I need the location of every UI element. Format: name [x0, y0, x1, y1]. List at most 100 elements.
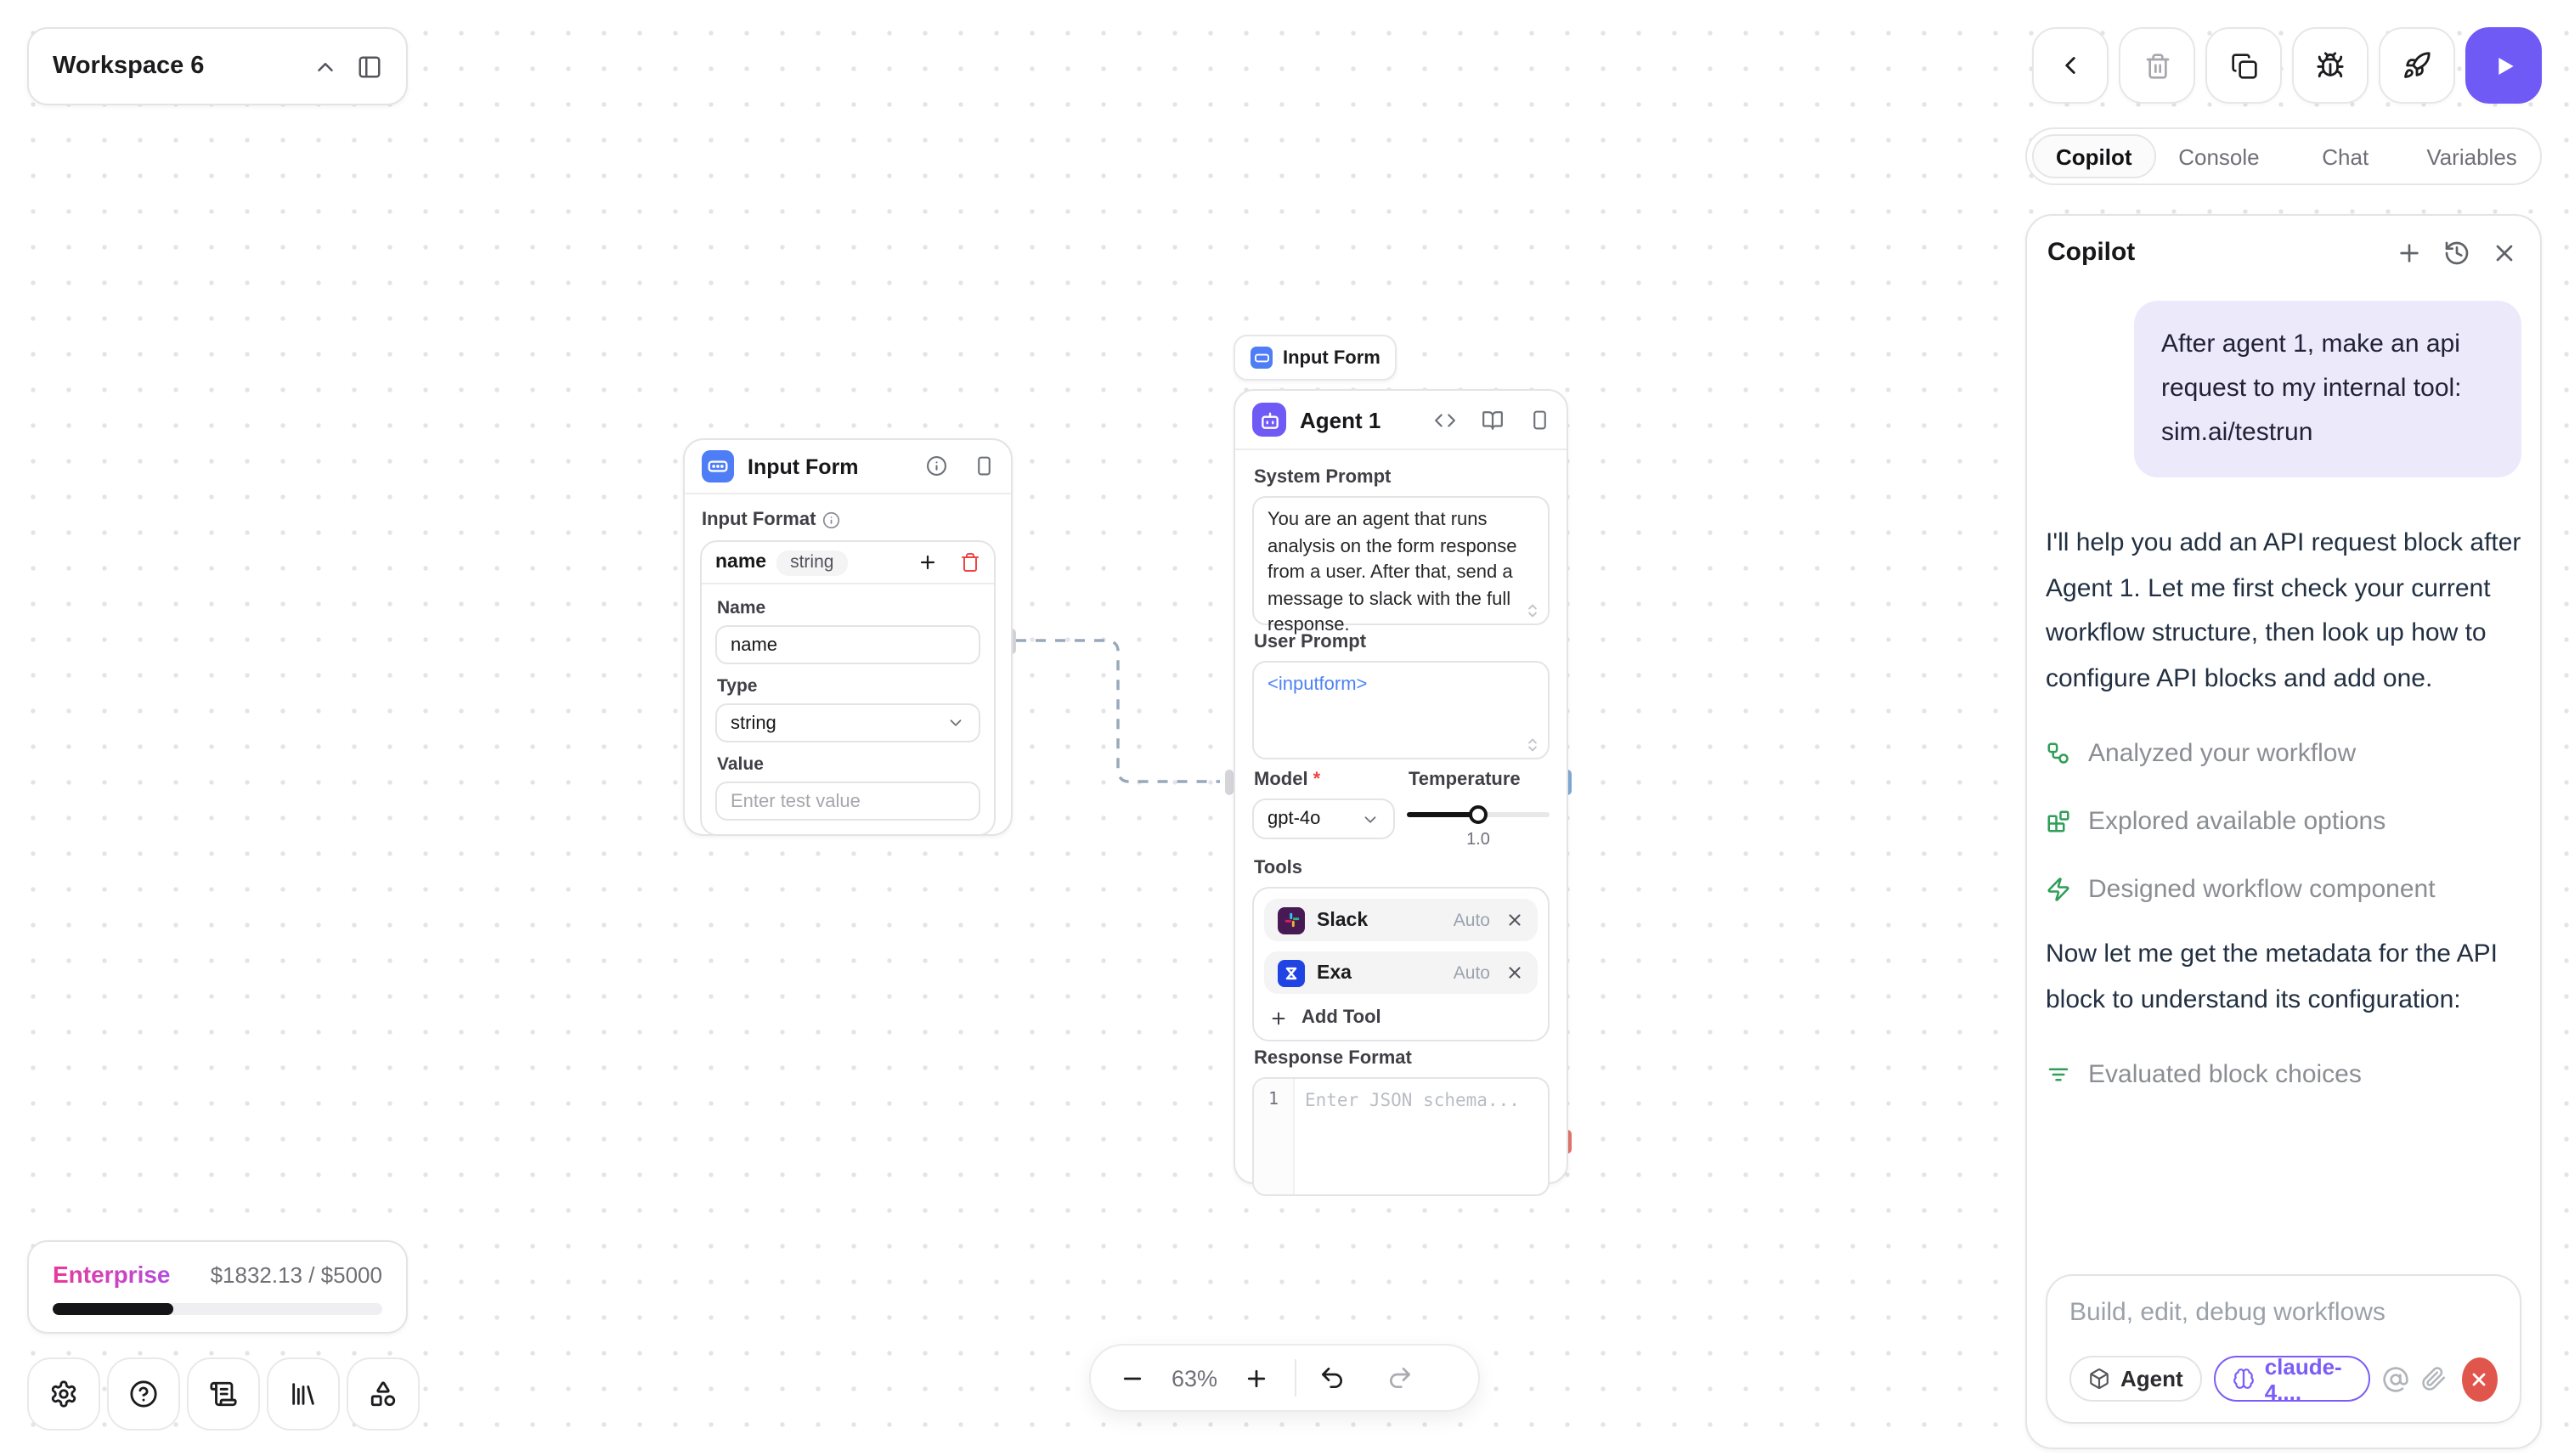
tool-mode[interactable]: Auto: [1454, 910, 1490, 930]
trash-icon: [2143, 52, 2171, 79]
run-button[interactable]: [2465, 27, 2542, 104]
input-handle-agent[interactable]: [1225, 770, 1234, 795]
zap-icon: [2046, 876, 2071, 901]
type-label: Type: [717, 676, 980, 697]
new-chat-button[interactable]: [2396, 239, 2423, 266]
tool-row-exa[interactable]: Exa Auto: [1264, 951, 1538, 994]
copilot-composer[interactable]: Agent claude-4....: [2046, 1274, 2521, 1424]
tab-variables[interactable]: Variables: [2408, 144, 2535, 169]
slider-knob[interactable]: [1469, 804, 1488, 823]
code-icon[interactable]: [1433, 409, 1455, 431]
prompt-token: <inputform>: [1268, 674, 1367, 695]
type-select[interactable]: string: [715, 703, 980, 742]
tab-chat[interactable]: Chat: [2282, 144, 2408, 169]
tab-console[interactable]: Console: [2156, 144, 2283, 169]
tools-label: Tools: [1254, 858, 1550, 878]
input-format-label: Input Format: [702, 510, 996, 530]
stop-button[interactable]: [2462, 1357, 2498, 1401]
step-item[interactable]: Designed workflow component: [2046, 855, 2521, 923]
preview-icon[interactable]: [1528, 409, 1550, 431]
temperature-label: Temperature: [1409, 770, 1550, 790]
minus-icon: [1120, 1365, 1145, 1391]
model-label: Model *: [1254, 770, 1407, 790]
zoom-out-button[interactable]: [1120, 1365, 1145, 1391]
tool-name: Slack: [1317, 910, 1368, 930]
close-panel-button[interactable]: [2491, 239, 2518, 266]
system-prompt-textarea[interactable]: You are an agent that runs analysis on t…: [1252, 496, 1550, 625]
remove-tool-icon[interactable]: [1505, 911, 1524, 929]
input-format-card: name string Name Type stri: [700, 540, 996, 836]
response-format-label: Response Format: [1254, 1048, 1550, 1069]
undo-button[interactable]: [1318, 1364, 1346, 1391]
resize-grip-icon[interactable]: [1526, 737, 1539, 753]
deploy-button[interactable]: [2379, 27, 2455, 104]
plan-usage-card[interactable]: Enterprise $1832.13 / $5000: [27, 1240, 408, 1334]
duplicate-button[interactable]: [2205, 27, 2282, 104]
canvas-controls: 63%: [1089, 1344, 1480, 1412]
value-input[interactable]: [715, 782, 980, 821]
workflow-canvas[interactable]: Workspace 6 Copilot Console: [0, 0, 2569, 1456]
slack-icon: [1278, 906, 1305, 934]
add-field-button[interactable]: [918, 552, 938, 573]
node-header[interactable]: Agent 1: [1235, 391, 1567, 450]
node-agent-1[interactable]: Agent 1 System Prompt You are an agent t…: [1234, 389, 1568, 1184]
temperature-slider[interactable]: [1407, 804, 1550, 824]
resize-grip-icon[interactable]: [1526, 603, 1539, 618]
delete-field-button[interactable]: [960, 552, 980, 573]
trash-icon: [960, 552, 980, 573]
model-pill[interactable]: claude-4....: [2214, 1356, 2370, 1402]
remove-tool-icon[interactable]: [1505, 963, 1524, 982]
library-icon: [289, 1380, 318, 1408]
redo-icon: [1386, 1364, 1414, 1391]
node-header[interactable]: Input Form: [685, 440, 1011, 494]
mode-pill-agent[interactable]: Agent: [2069, 1356, 2202, 1402]
response-format-editor[interactable]: 1 Enter JSON schema...: [1252, 1077, 1550, 1196]
add-tool-button[interactable]: Add Tool: [1264, 1004, 1538, 1030]
step-item[interactable]: Explored available options: [2046, 787, 2521, 855]
temperature-value: 1.0: [1466, 831, 1490, 849]
preview-icon[interactable]: [973, 456, 994, 477]
step-item[interactable]: Evaluated block choices: [2046, 1040, 2521, 1108]
mention-button[interactable]: [2382, 1365, 2409, 1392]
value-label: Value: [717, 754, 980, 775]
user-message-bubble: After agent 1, make an api request to my…: [2134, 301, 2521, 477]
workspace-selector[interactable]: Workspace 6: [27, 27, 408, 105]
chevron-up-icon[interactable]: [313, 54, 338, 79]
step-item[interactable]: Analyzed your workflow: [2046, 719, 2521, 787]
name-input[interactable]: [715, 625, 980, 664]
assistant-steps: Analyzed your workflow Explored availabl…: [2046, 719, 2521, 923]
close-icon: [2470, 1369, 2490, 1389]
name-label: Name: [717, 598, 980, 618]
tool-row-slack[interactable]: Slack Auto: [1264, 899, 1538, 941]
copilot-input[interactable]: [2069, 1298, 2498, 1327]
node-input-form[interactable]: Input Form Input Format name string: [683, 438, 1013, 836]
history-button[interactable]: [2443, 239, 2470, 266]
blocks-library-button[interactable]: [347, 1357, 420, 1431]
redo-button[interactable]: [1386, 1364, 1414, 1391]
back-button[interactable]: [2032, 27, 2109, 104]
sidebar-toggle-icon[interactable]: [357, 54, 382, 79]
tab-copilot[interactable]: Copilot: [2032, 134, 2156, 178]
copilot-messages[interactable]: After agent 1, make an api request to my…: [2027, 277, 2540, 1448]
plus-icon: [1244, 1365, 1269, 1391]
settings-button[interactable]: [27, 1357, 100, 1431]
knowledge-button[interactable]: [267, 1357, 340, 1431]
info-icon[interactable]: [926, 456, 947, 477]
tools-card: Slack Auto Exa Auto: [1252, 887, 1550, 1041]
plan-name: Enterprise: [53, 1261, 171, 1288]
workspace-name: Workspace 6: [53, 53, 204, 80]
tool-mode[interactable]: Auto: [1454, 962, 1490, 983]
zoom-in-button[interactable]: [1244, 1365, 1269, 1391]
model-select[interactable]: gpt-4o: [1252, 799, 1395, 839]
docs-icon[interactable]: [1481, 409, 1503, 431]
plan-usage: $1832.13 / $5000: [211, 1262, 382, 1288]
connected-node-pill[interactable]: Input Form: [1234, 335, 1397, 381]
scroll-text-icon: [209, 1380, 238, 1408]
delete-button[interactable]: [2119, 27, 2195, 104]
logs-button[interactable]: [187, 1357, 260, 1431]
debug-button[interactable]: [2292, 27, 2369, 104]
chevron-left-icon: [2056, 51, 2085, 80]
help-button[interactable]: [107, 1357, 180, 1431]
user-prompt-textarea[interactable]: <inputform>: [1252, 661, 1550, 759]
attach-button[interactable]: [2421, 1366, 2447, 1391]
